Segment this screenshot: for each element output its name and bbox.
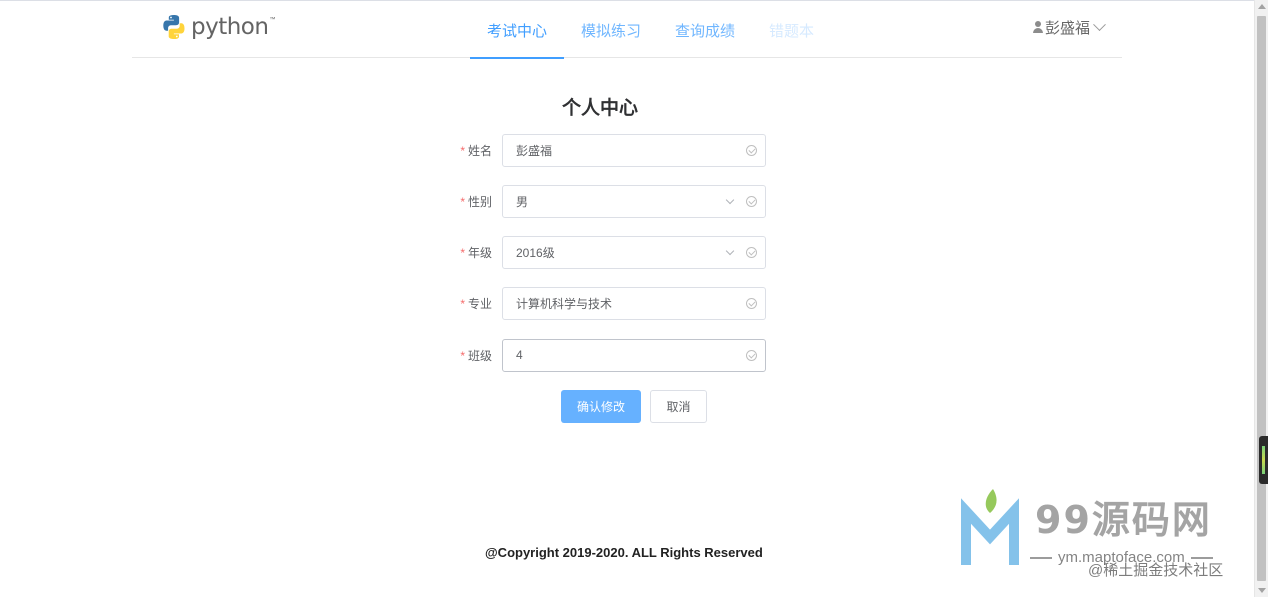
check-circle-icon [746, 246, 757, 258]
watermark-logo [961, 489, 1019, 565]
check-circle-icon [746, 349, 757, 361]
user-name: 彭盛福 [1044, 20, 1090, 37]
logo-text: python [191, 14, 269, 40]
form-row-major: * 专业 计算机科学与技术 [440, 286, 766, 320]
grade-select[interactable]: 2016级 [502, 235, 766, 269]
tab-query-scores[interactable]: 查询成绩 [658, 1, 752, 58]
cancel-button[interactable]: 取消 [650, 390, 707, 423]
python-logo-icon [163, 15, 185, 39]
top-header: python ™ 考试中心 模拟练习 查询成绩 错题本 彭盛福 [132, 1, 1122, 59]
scrollbar-thumb[interactable] [1257, 16, 1266, 581]
logo-trademark: ™ [269, 17, 276, 23]
watermark-brand: 99源码网 [1035, 498, 1212, 542]
tab-exam-center[interactable]: 考试中心 [470, 1, 565, 59]
form-row-name: * 姓名 彭盛福 [440, 133, 766, 167]
major-label: 专业 [467, 296, 492, 311]
name-label: 姓名 [467, 143, 492, 158]
gender-select[interactable]: 男 [502, 184, 766, 218]
major-input[interactable]: 计算机科学与技术 [502, 286, 766, 320]
python-logo[interactable]: python ™ [162, 13, 275, 41]
watermark-credit: @稀土掘金技术社区 [1088, 562, 1224, 579]
chevron-down-icon [1093, 18, 1106, 32]
class-input[interactable]: 4 [502, 338, 766, 372]
main-nav: 考试中心 模拟练习 查询成绩 错题本 [470, 1, 831, 59]
check-circle-icon [746, 297, 757, 309]
required-mark: * [460, 194, 465, 209]
required-mark: * [460, 245, 465, 260]
scroll-down-arrow-icon[interactable] [1258, 588, 1266, 593]
copyright-footer: @Copyright 2019-2020. ALL Rights Reserve… [485, 545, 763, 560]
scroll-up-arrow-icon[interactable] [1258, 4, 1266, 9]
tab-wrong-questions[interactable]: 错题本 [752, 1, 831, 58]
class-label: 班级 [467, 348, 492, 363]
page-title: 个人中心 [561, 98, 638, 119]
name-value: 彭盛福 [516, 143, 553, 158]
grade-label: 年级 [467, 245, 492, 260]
confirm-button[interactable]: 确认修改 [561, 390, 641, 423]
watermark: 99源码网 ym.maptoface.com @稀土掘金技术社区 [960, 487, 1250, 587]
check-circle-icon [746, 144, 757, 156]
form-actions: 确认修改 取消 [561, 390, 707, 423]
check-circle-icon [746, 195, 757, 207]
required-mark: * [460, 296, 465, 311]
class-value: 4 [516, 348, 523, 362]
user-menu[interactable]: 彭盛福 [1032, 17, 1106, 38]
form-row-grade: * 年级 2016级 [440, 235, 766, 269]
major-value: 计算机科学与技术 [516, 296, 613, 311]
user-icon [1032, 21, 1044, 34]
gender-label: 性别 [467, 194, 492, 209]
vertical-scrollbar[interactable] [1254, 0, 1268, 597]
tab-mock-practice[interactable]: 模拟练习 [564, 1, 658, 58]
name-input[interactable]: 彭盛福 [502, 133, 766, 167]
required-mark: * [460, 143, 465, 158]
required-mark: * [460, 348, 465, 363]
form-row-class: * 班级 4 [440, 338, 766, 372]
side-widget-tab[interactable] [1259, 436, 1268, 484]
form-row-gender: * 性别 男 [440, 184, 766, 218]
